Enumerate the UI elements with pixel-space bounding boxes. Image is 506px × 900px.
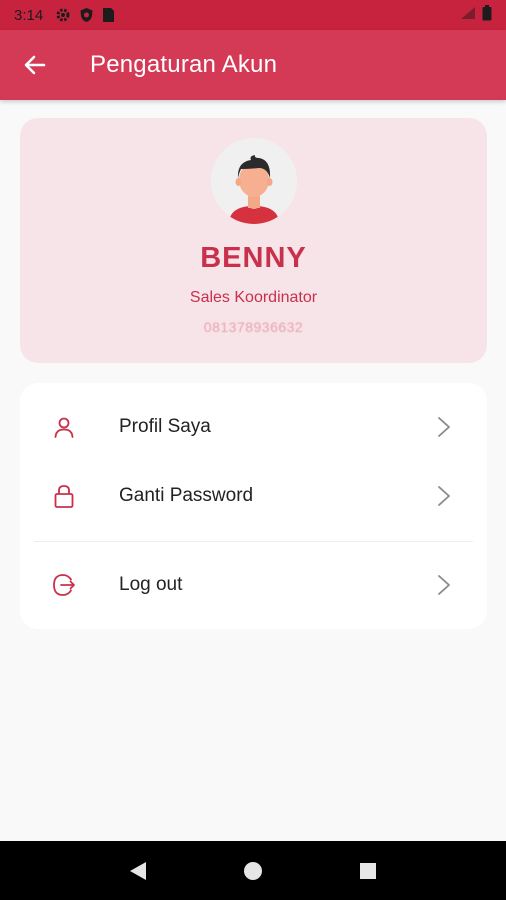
signal-icon <box>460 6 476 24</box>
back-button[interactable] <box>0 30 70 100</box>
nav-recents-button[interactable] <box>348 851 388 891</box>
menu-item-label: Log out <box>119 574 183 595</box>
menu-item-log-out[interactable]: Log out <box>20 555 487 615</box>
chevron-right-icon <box>435 572 453 598</box>
person-avatar-icon <box>210 138 297 224</box>
profile-phone: 081378936632 <box>203 319 304 335</box>
profile-role: Sales Koordinator <box>189 289 318 306</box>
app-bar: Pengaturan Akun <box>0 30 506 100</box>
settings-icon <box>55 7 71 23</box>
menu-divider <box>34 541 473 542</box>
menu-item-profil-saya[interactable]: Profil Saya <box>20 397 487 457</box>
menu-item-label: Profil Saya <box>119 416 211 437</box>
nav-home-button[interactable] <box>233 851 273 891</box>
status-bar: 3:14 <box>0 0 506 30</box>
chevron-right-icon <box>435 483 453 509</box>
nav-back-button[interactable] <box>118 851 158 891</box>
page-title: Pengaturan Akun <box>90 51 278 78</box>
status-time: 3:14 <box>14 6 44 24</box>
lock-icon <box>51 483 77 509</box>
shield-icon <box>79 7 94 23</box>
profile-card: BENNY Sales Koordinator 081378936632 <box>20 118 487 363</box>
chevron-right-icon <box>435 414 453 440</box>
battery-icon <box>482 5 492 25</box>
sim-icon <box>102 7 115 23</box>
profile-name: BENNY <box>200 242 307 274</box>
back-triangle-icon <box>129 861 146 880</box>
menu-item-ganti-password[interactable]: Ganti Password <box>20 466 487 526</box>
recents-square-icon <box>360 862 377 879</box>
menu-item-label: Ganti Password <box>119 485 254 506</box>
home-circle-icon <box>243 861 262 880</box>
system-nav-bar <box>0 841 506 900</box>
logout-icon <box>51 572 77 598</box>
menu-card: Profil Saya Ganti Password Log out <box>20 383 487 629</box>
user-icon <box>51 414 77 440</box>
arrow-left-icon <box>24 55 46 75</box>
